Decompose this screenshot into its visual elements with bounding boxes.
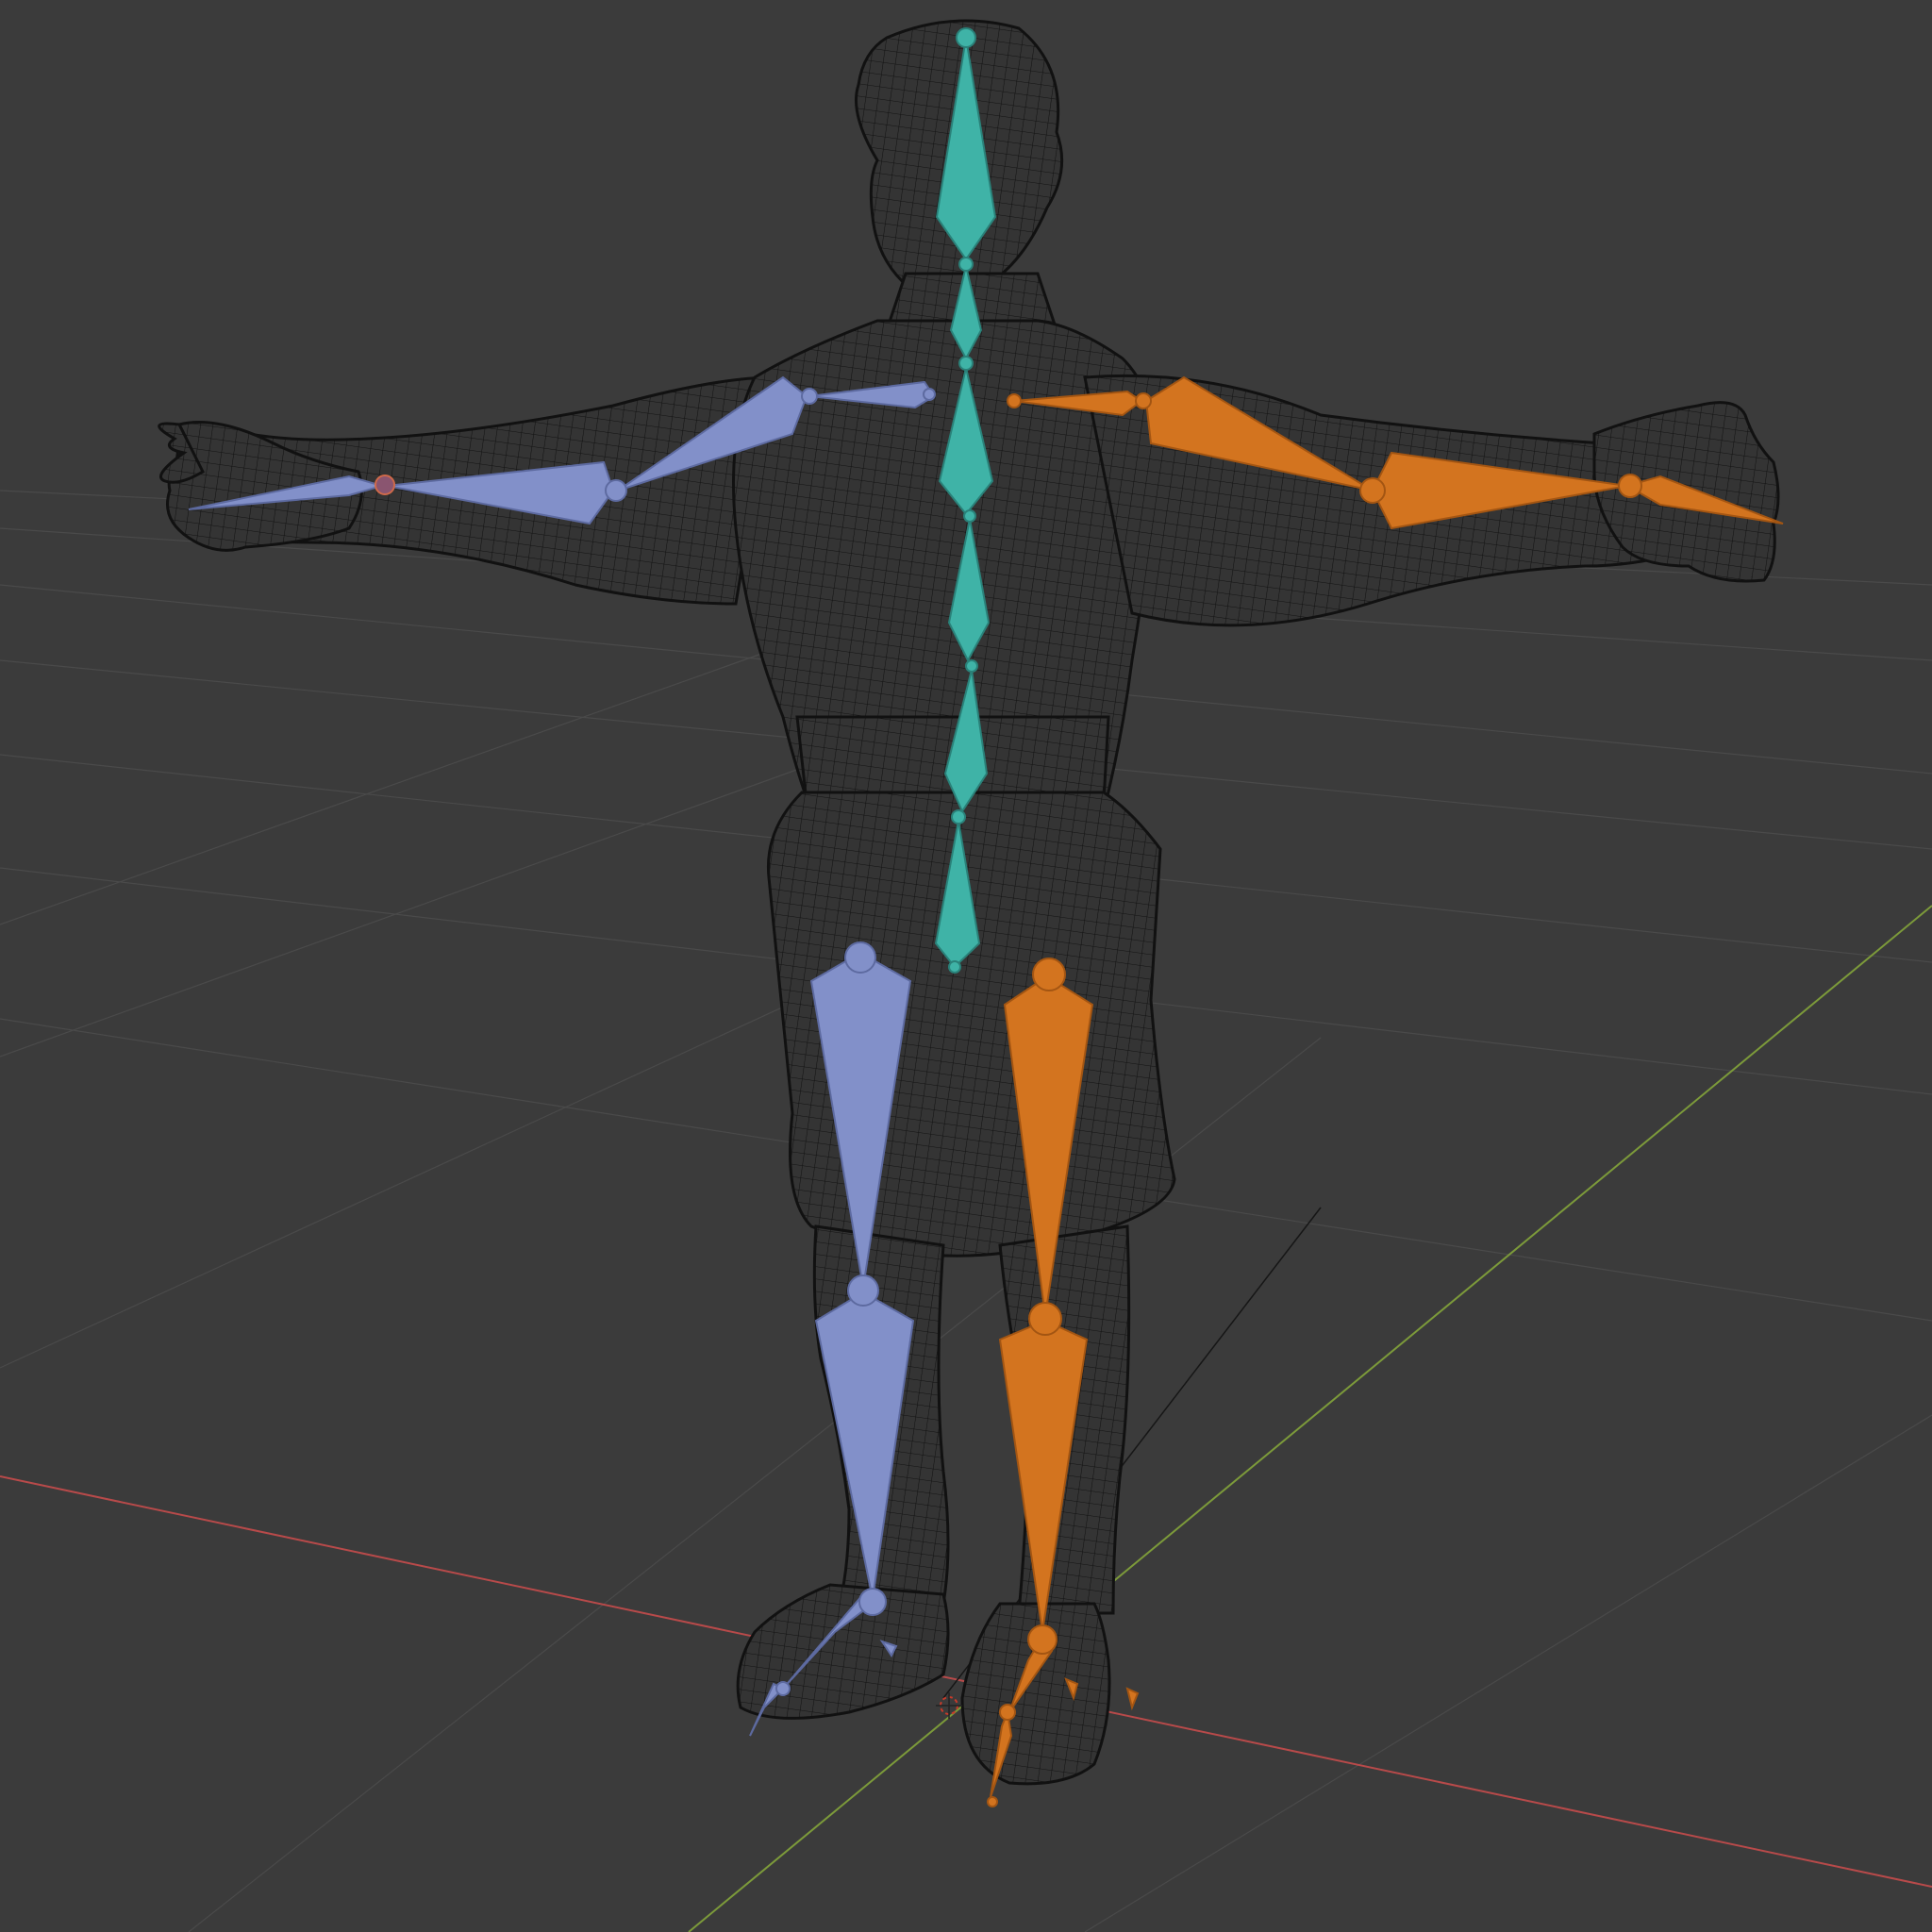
joint-left-elbow[interactable] (605, 479, 627, 502)
3d-cursor-icon[interactable] (936, 1692, 962, 1719)
joint-right-wrist[interactable] (1618, 474, 1642, 498)
joint-left-ball[interactable] (775, 1681, 791, 1696)
joint-left-shoulder-tip[interactable] (923, 388, 936, 401)
joint-right-ankle[interactable] (1027, 1624, 1058, 1655)
bone-right-heel-b[interactable] (1125, 1687, 1140, 1711)
joint-left-knee[interactable] (847, 1274, 879, 1307)
joint-chest[interactable] (958, 356, 974, 371)
joint-right-shoulder-tip[interactable] (1135, 392, 1152, 409)
3d-viewport[interactable] (0, 0, 1932, 1932)
joint-head-tip[interactable] (956, 27, 976, 48)
joint-spine[interactable] (963, 509, 976, 523)
joint-neck[interactable] (958, 257, 974, 272)
joint-waist[interactable] (965, 659, 978, 673)
viewport-canvas[interactable] (0, 0, 1932, 1932)
joint-right-knee[interactable] (1028, 1302, 1062, 1336)
joint-root[interactable] (948, 960, 961, 974)
joint-pelvis[interactable] (951, 809, 966, 824)
joint-right-shoulder[interactable] (1007, 393, 1022, 408)
joint-left-shoulder[interactable] (801, 388, 818, 405)
joint-left-ankle[interactable] (858, 1588, 887, 1616)
joint-right-elbow[interactable] (1359, 477, 1386, 504)
joint-left-wrist[interactable] (375, 475, 395, 495)
joint-right-toe-tip[interactable] (987, 1796, 998, 1807)
joint-left-hip[interactable] (844, 941, 876, 974)
joint-right-hip[interactable] (1032, 958, 1066, 991)
joint-right-ball[interactable] (999, 1704, 1016, 1721)
